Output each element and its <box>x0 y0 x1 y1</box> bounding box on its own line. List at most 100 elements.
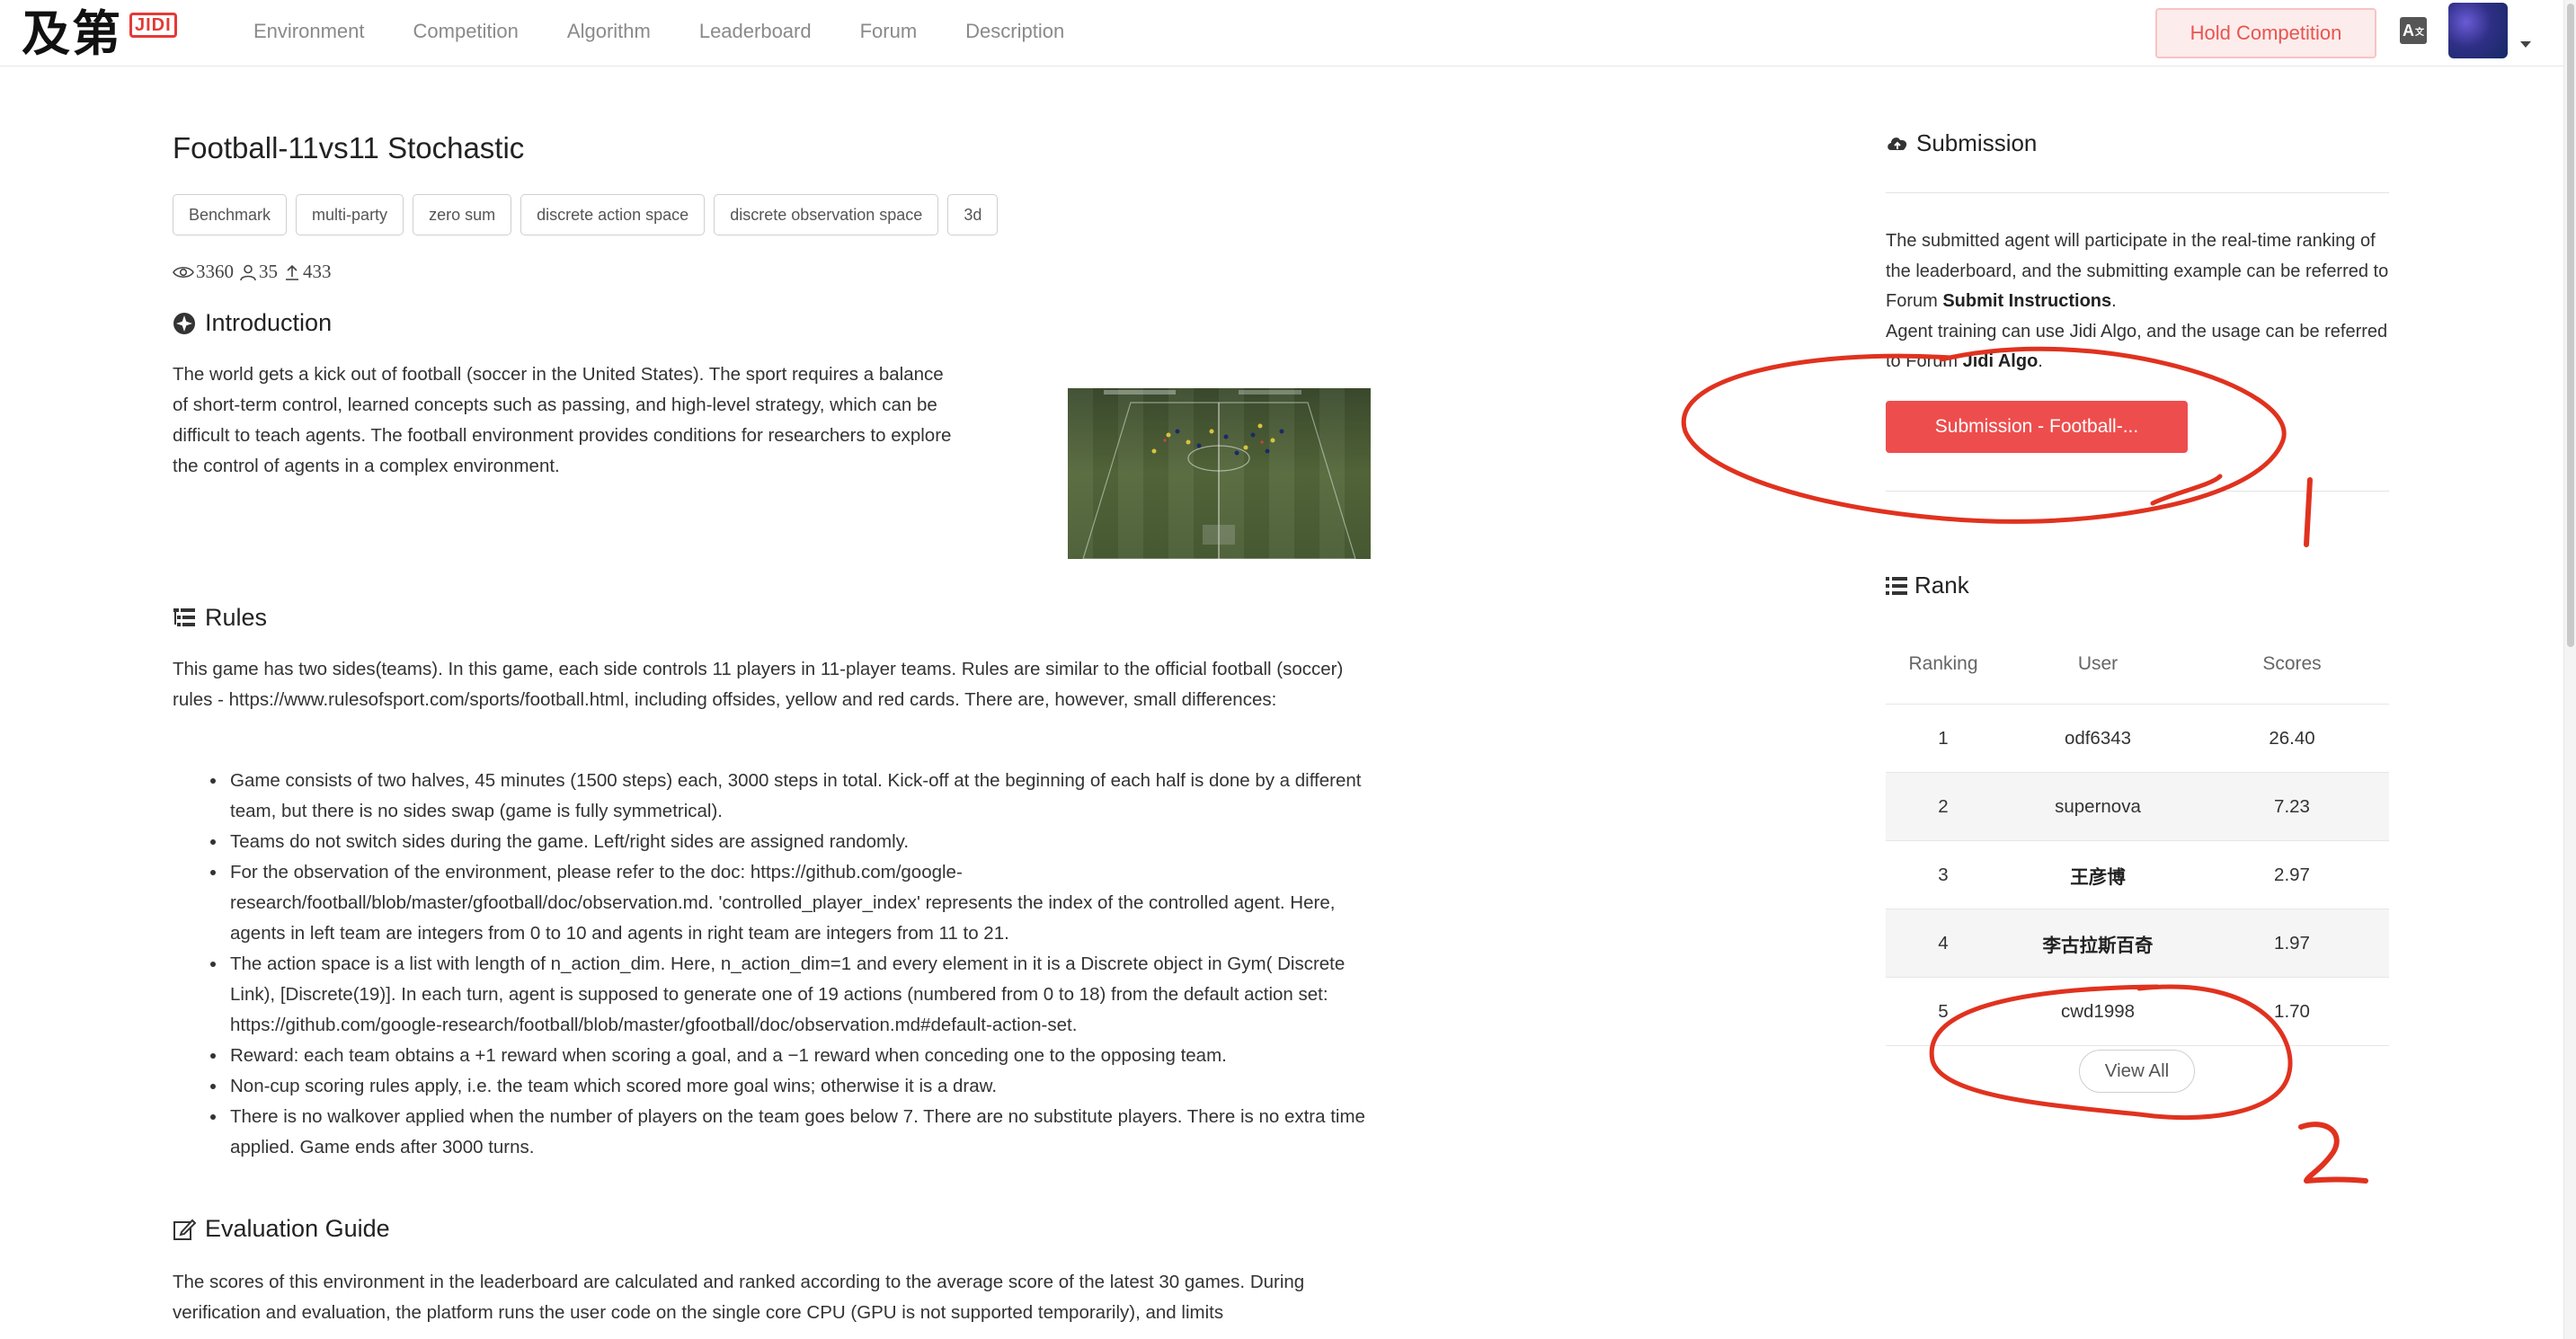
list-item: Reward: each team obtains a +1 reward wh… <box>210 1041 1370 1071</box>
hold-competition-button[interactable]: Hold Competition <box>2155 8 2376 58</box>
evaluation-heading: Evaluation Guide <box>173 1215 390 1243</box>
user-cell: 王彦博 <box>2070 866 2126 888</box>
col-ranking: Ranking <box>1908 652 1978 674</box>
score-cell: 26.40 <box>2269 727 2315 749</box>
submission-title: Submission <box>1916 129 2038 156</box>
tag-list: Benchmark multi-party zero sum discrete … <box>173 194 1007 235</box>
rank-heading: Rank <box>1886 572 1969 599</box>
views-stat: 3360 <box>173 261 234 283</box>
submission-text-1-end: . <box>2111 291 2117 311</box>
compass-icon <box>173 312 195 334</box>
tag[interactable]: discrete action space <box>520 194 706 235</box>
nav-algorithm[interactable]: Algorithm <box>567 20 651 43</box>
rules-intro-text: This game has two sides(teams). In this … <box>173 659 1344 710</box>
football-game-screenshot <box>1068 388 1371 559</box>
submission-text-2: Agent training can use Jidi Algo, and th… <box>1886 321 2388 372</box>
ranking-cell: 2 <box>1938 795 1949 817</box>
user-cell: odf6343 <box>2064 727 2132 749</box>
submissions-count: 433 <box>303 261 332 282</box>
list-item: Non-cup scoring rules apply, i.e. the te… <box>210 1071 1370 1102</box>
rules-list: Game consists of two halves, 45 minutes … <box>210 766 1370 1163</box>
list-item: Game consists of two halves, 45 minutes … <box>210 766 1370 827</box>
rules-heading: Rules <box>173 604 267 632</box>
rules-title: Rules <box>205 604 268 631</box>
submission-heading: Submission <box>1886 129 2037 157</box>
table-row[interactable]: 5 cwd1998 1.70 <box>1886 978 2389 1046</box>
tag[interactable]: Benchmark <box>173 194 288 235</box>
table-row[interactable]: 2 supernova 7.23 <box>1886 773 2389 841</box>
tag[interactable]: discrete observation space <box>714 194 939 235</box>
ranking-cell: 1 <box>1938 727 1949 749</box>
evaluation-text: The scores of this environment in the le… <box>173 1272 1305 1323</box>
users-count: 35 <box>259 261 278 282</box>
upload-icon <box>286 264 298 280</box>
user-cell: cwd1998 <box>2060 1000 2136 1022</box>
submissions-stat: 433 <box>283 261 332 283</box>
list-item: There is no walkover applied when the nu… <box>210 1102 1370 1163</box>
nav-leaderboard[interactable]: Leaderboard <box>699 20 812 43</box>
views-count: 3360 <box>196 261 234 282</box>
annotation-mark-1 <box>2304 477 2313 547</box>
avatar[interactable] <box>2448 3 2508 58</box>
annotation-mark-2 <box>2298 1122 2368 1184</box>
logo-badge: JIDI <box>129 13 177 38</box>
rank-title: Rank <box>1914 572 1969 599</box>
users-stat: 35 <box>239 261 278 283</box>
divider <box>1886 491 2389 492</box>
list-item: For the observation of the environment, … <box>210 857 1370 949</box>
user-icon <box>240 264 256 280</box>
eye-icon <box>173 266 194 278</box>
score-cell: 2.97 <box>2274 864 2310 885</box>
user-cell: supernova <box>2055 795 2141 817</box>
submission-button[interactable]: Submission - Football-... <box>1886 401 2188 453</box>
tag[interactable]: multi-party <box>296 194 404 235</box>
cloud-upload-icon <box>1888 137 1907 150</box>
tag[interactable]: 3d <box>947 194 999 235</box>
nav-forum[interactable]: Forum <box>860 20 918 43</box>
ranking-cell: 3 <box>1938 864 1949 885</box>
annotation-circle-1-tail <box>2150 474 2223 506</box>
list-tree-icon <box>173 607 195 626</box>
table-row[interactable]: 1 odf6343 26.40 <box>1886 705 2389 773</box>
view-all-button[interactable]: View All <box>2079 1050 2195 1093</box>
submission-description: The submitted agent will participate in … <box>1886 226 2389 377</box>
page-title: Football-11vs11 Stochastic <box>173 131 525 164</box>
rank-table: Ranking User Scores 1 odf6343 26.40 2 su… <box>1886 624 2389 1046</box>
list-icon <box>1886 576 1907 595</box>
submit-instructions-link[interactable]: Submit Instructions <box>1942 291 2111 311</box>
col-user: User <box>2077 652 2119 674</box>
table-row[interactable]: 4 李古拉斯百奇 1.97 <box>1886 909 2389 978</box>
page-scrollbar[interactable] <box>2563 0 2576 1339</box>
nav-competition[interactable]: Competition <box>413 20 519 43</box>
introduction-title: Introduction <box>205 309 333 336</box>
score-cell: 1.70 <box>2274 1000 2310 1022</box>
pitch-graphic <box>1082 390 1356 559</box>
evaluation-title: Evaluation Guide <box>205 1215 390 1242</box>
edit-icon <box>173 1219 196 1240</box>
table-header: Ranking User Scores <box>1886 624 2389 705</box>
list-item: The action space is a list with length o… <box>210 949 1370 1041</box>
col-scores: Scores <box>2262 652 2322 674</box>
translate-icon[interactable]: A文 <box>2400 17 2427 44</box>
nav-description[interactable]: Description <box>965 20 1064 43</box>
ranking-cell: 5 <box>1938 1000 1949 1022</box>
introduction-heading: Introduction <box>173 309 332 337</box>
stats-row: 3360 35 433 <box>173 261 337 283</box>
logo-text: 及第 <box>22 4 122 62</box>
score-cell: 1.97 <box>2274 932 2310 953</box>
nav-environment[interactable]: Environment <box>253 20 365 43</box>
scrollbar-thumb[interactable] <box>2567 4 2574 647</box>
tag[interactable]: zero sum <box>413 194 512 235</box>
table-row[interactable]: 3 王彦博 2.97 <box>1886 841 2389 909</box>
jidi-logo[interactable]: 及第 JIDI <box>22 5 177 61</box>
ranking-cell: 4 <box>1938 932 1949 953</box>
jidi-algo-link[interactable]: Jidi Algo <box>1963 351 2039 371</box>
user-cell: 李古拉斯百奇 <box>2042 935 2154 956</box>
top-nav: 及第 JIDI Environment Competition Algorith… <box>0 0 2576 67</box>
submission-text-2-end: . <box>2038 351 2043 371</box>
divider <box>1886 192 2389 193</box>
introduction-text: The world gets a kick out of football (s… <box>173 364 952 476</box>
list-item: Teams do not switch sides during the gam… <box>210 827 1370 857</box>
chevron-down-icon[interactable] <box>2520 41 2531 48</box>
nav-links: Environment Competition Algorithm Leader… <box>253 0 1113 63</box>
